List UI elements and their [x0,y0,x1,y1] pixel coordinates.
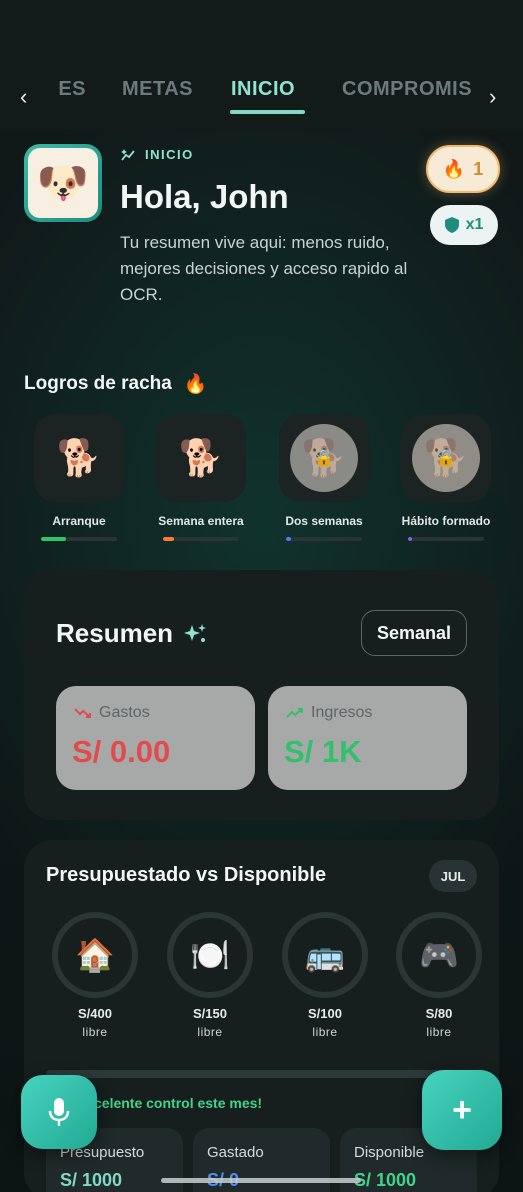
achievement-label: Dos semanas [285,514,363,528]
achievement-progress [41,537,117,541]
budget-category[interactable]: 🍽️ S/150 libre [165,912,255,1039]
trend-sparkle-icon [121,148,135,161]
tab-metas[interactable]: METAS [122,78,193,101]
achievement-item[interactable]: 🐕 🔒 Dos semanas [269,414,379,541]
achievement-tile: 🐕 🔒 [401,414,491,502]
achievement-progress [163,537,239,541]
achievement-label: Hábito formado [401,514,491,528]
home-indicator [161,1178,361,1183]
section-kicker: INICIO [121,147,194,162]
achievement-tile: 🐕 🔒 [279,414,369,502]
locked-corgi-icon: 🐕 🔒 [290,424,358,492]
house-icon: 🏠 [52,912,138,998]
category-amount: S/80 [425,1006,453,1021]
tab-strip: ‹ NES METAS INICIO COMPROMIS › [0,60,523,120]
achievement-progress-fill [163,537,174,541]
budget-title: Presupuestado vs Disponible [46,864,327,886]
budget-message: celente control este mes! [94,1095,263,1111]
achievement-tile: 🐕 [156,414,246,502]
chevron-left-icon[interactable]: ‹ [20,84,27,110]
expenses-label: Gastos [99,704,150,721]
corgi-icon: 🐕 [56,437,102,478]
top-tab-bar: ‹ NES METAS INICIO COMPROMIS › [0,0,523,130]
tab-inicio[interactable]: INICIO [231,78,295,101]
shield-icon [444,217,459,233]
corgi-icon: 🐕 [178,437,224,478]
shield-badge[interactable]: x1 [430,205,498,245]
category-sub: libre [197,1025,223,1039]
category-amount: S/400 [78,1006,112,1021]
income-stat-card[interactable]: Ingresos S/ 1K [268,686,467,790]
lock-icon: 🔒 [314,450,334,467]
budget-scroll-indicator [46,1070,476,1078]
bus-icon: 🚌 [282,912,368,998]
achievement-progress-fill [286,537,292,541]
achievement-item[interactable]: 🐕 Arranque [24,414,134,541]
plate-icon: 🍽️ [167,912,253,998]
income-label-row: Ingresos [286,704,372,722]
add-transaction-button[interactable]: + [422,1070,502,1150]
income-label: Ingresos [311,704,373,721]
achievement-progress [286,537,362,541]
achievement-item[interactable]: 🐕 🔒 Hábito formado [391,414,501,541]
tab-compromisos[interactable]: COMPROMIS [342,78,472,101]
summary-card: Resumen Semanal Gastos S/ 0.00 Ingresos … [24,570,499,820]
category-sub: libre [312,1025,338,1039]
achievement-progress-fill [408,537,412,541]
category-sub: libre [426,1025,452,1039]
streak-badge[interactable]: 🔥 1 [426,145,500,193]
gamepad-icon: 🎮 [396,912,482,998]
microphone-icon [48,1098,70,1126]
category-amount: S/100 [308,1006,342,1021]
tab-partial-left[interactable]: NES [58,78,86,101]
expenses-value: S/ 0.00 [72,734,171,769]
achievement-label: Semana entera [158,514,244,528]
greeting-subtitle: Tu resumen vive aqui: menos ruido, mejor… [120,233,408,304]
fire-icon: 🔥 [183,374,208,395]
budget-category[interactable]: 🏠 S/400 libre [50,912,140,1039]
fire-icon: 🔥 [442,158,466,179]
income-value: S/ 1K [284,734,362,769]
summary-title: Resumen [56,618,207,649]
streak-count: 1 [473,158,484,179]
budget-stat-value: S/ 1000 [354,1170,417,1190]
lock-icon: 🔒 [436,450,456,467]
sparkle-icon [184,623,207,642]
budget-stat-value: S/ 1000 [60,1170,123,1190]
category-sub: libre [82,1025,108,1039]
voice-input-button[interactable] [21,1075,97,1149]
budget-stat-label: Gastado [207,1144,264,1161]
category-amount: S/150 [193,1006,227,1021]
locked-corgi-icon: 🐕 🔒 [412,424,480,492]
greeting-title: Hola, John [120,178,289,215]
achievement-label: Arranque [52,514,106,528]
period-selector-button[interactable]: Semanal [361,610,467,656]
app-avatar: 🐶 [24,144,102,222]
trend-down-icon [74,708,91,718]
trend-up-icon [286,708,303,718]
expenses-stat-card[interactable]: Gastos S/ 0.00 [56,686,255,790]
achievement-tile: 🐕 [34,414,124,502]
achievements-title-text: Logros de racha [24,373,172,394]
budget-stat-label: Disponible [354,1144,425,1161]
achievements-title: Logros de racha 🔥 [24,372,208,396]
budget-category[interactable]: 🚌 S/100 libre [280,912,370,1039]
expenses-label-row: Gastos [74,704,150,722]
achievement-progress [408,537,484,541]
plus-icon: + [452,1090,472,1129]
summary-title-text: Resumen [56,618,174,648]
shield-count: x1 [465,216,484,233]
chevron-right-icon[interactable]: › [489,84,496,110]
month-chip[interactable]: JUL [429,860,477,892]
achievement-item[interactable]: 🐕 Semana entera [146,414,256,541]
kicker-label: INICIO [145,147,194,162]
active-tab-indicator [230,110,305,114]
achievement-progress-fill [41,537,67,541]
corgi-mascot-icon: 🐶 [28,148,98,218]
budget-category[interactable]: 🎮 S/80 libre [394,912,484,1039]
